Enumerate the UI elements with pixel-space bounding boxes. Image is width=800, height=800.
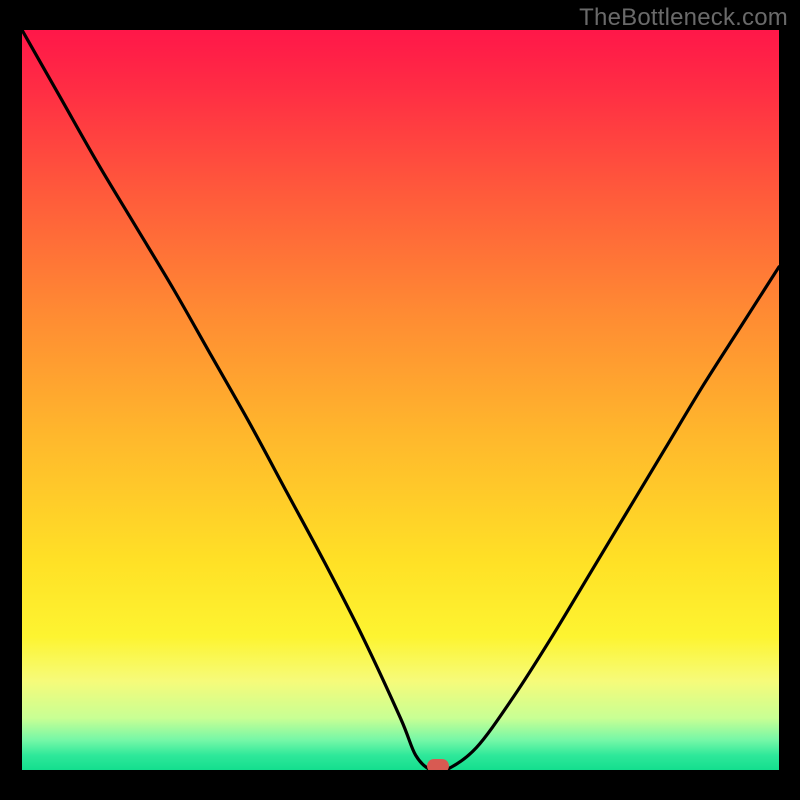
chart-frame: TheBottleneck.com [0,0,800,800]
curve-layer [22,30,779,770]
watermark-text: TheBottleneck.com [579,4,788,32]
plot-area [22,30,779,770]
bottleneck-curve [22,30,779,770]
optimal-marker [427,759,449,770]
